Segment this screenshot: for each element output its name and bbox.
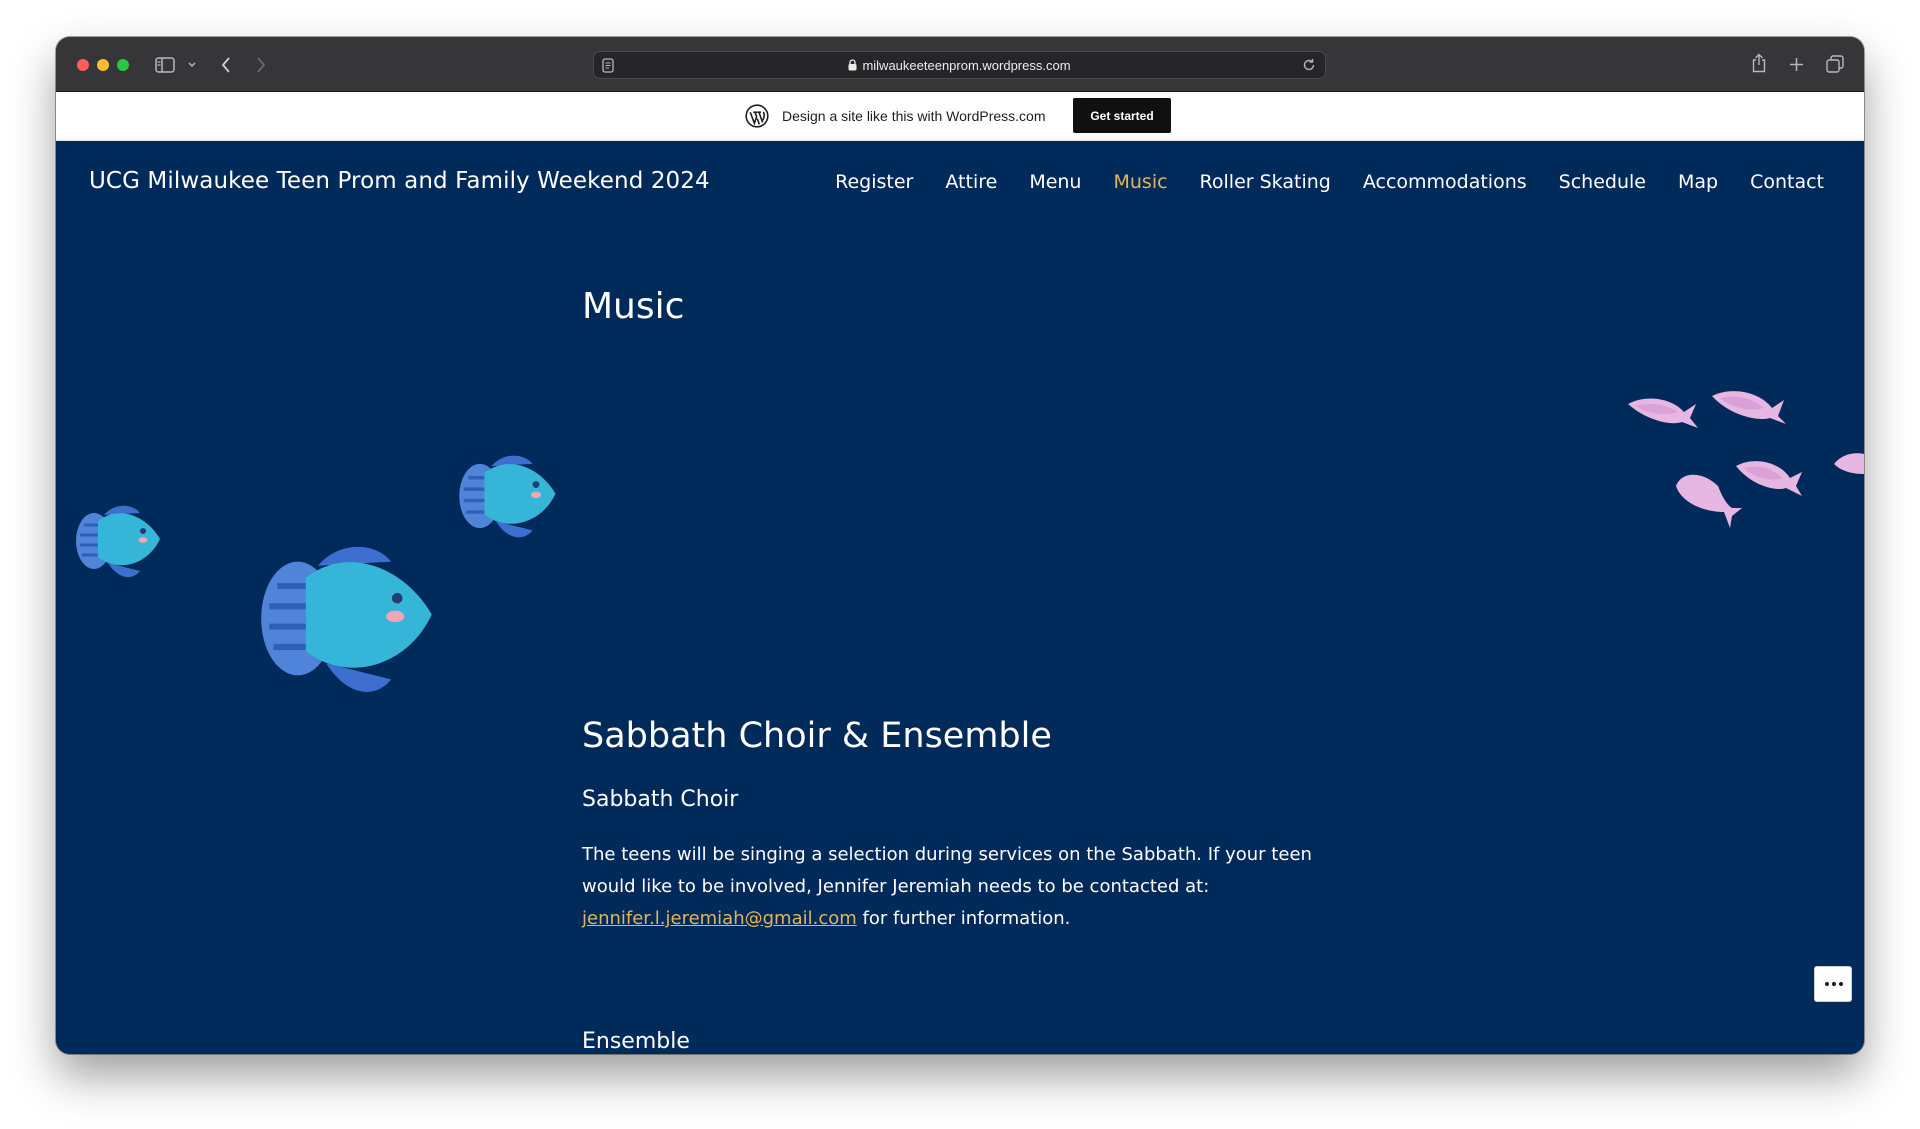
url-label: milwaukeeteenprom.wordpress.com [862,58,1071,73]
site-page: UCG Milwaukee Teen Prom and Family Weeke… [56,141,1864,1054]
chevron-down-icon[interactable] [187,61,197,69]
blue-fish-illustration-medium [459,455,556,538]
plus-icon[interactable] [1789,57,1804,72]
nav-item-contact[interactable]: Contact [1750,171,1824,193]
minimize-window-button[interactable] [97,59,109,71]
choir-text-before: The teens will be singing a selection du… [582,844,1312,897]
wordpress-promo-text[interactable]: Design a site like this with WordPress.c… [782,108,1046,124]
choir-paragraph: The teens will be singing a selection du… [582,839,1322,935]
lock-icon [848,59,857,71]
nav-item-attire[interactable]: Attire [945,171,997,193]
browser-window: milwaukeeteenprom.wordpress.com Design a… [56,37,1864,1054]
primary-navigation: Register Attire Menu Music Roller Skatin… [803,171,1824,193]
browser-toolbar: milwaukeeteenprom.wordpress.com [56,37,1864,92]
choir-email-link[interactable]: jennifer.l.jeremiah@gmail.com [582,908,857,929]
site-title[interactable]: UCG Milwaukee Teen Prom and Family Weeke… [89,168,710,194]
sidebar-icon[interactable] [155,57,175,73]
share-icon[interactable] [1751,53,1767,73]
zoom-window-button[interactable] [117,59,129,71]
nav-item-music[interactable]: Music [1113,171,1167,193]
pink-fish-school-illustration [1628,391,1864,528]
nav-item-menu[interactable]: Menu [1029,171,1081,193]
ellipsis-icon [1825,982,1829,986]
tabs-overview-icon[interactable] [1826,55,1844,73]
choir-text-after: for further information. [856,908,1071,929]
blue-fish-illustration-small [76,505,160,578]
more-actions-button[interactable] [1814,966,1852,1002]
nav-item-schedule[interactable]: Schedule [1559,171,1646,193]
nav-item-roller-skating[interactable]: Roller Skating [1200,171,1331,193]
chevron-left-icon[interactable] [220,56,232,74]
get-started-button[interactable]: Get started [1073,98,1171,133]
nav-item-register[interactable]: Register [835,171,913,193]
ellipsis-icon-dot [1832,982,1836,986]
address-bar[interactable]: milwaukeeteenprom.wordpress.com [593,51,1326,79]
blue-fish-illustration-large [261,546,432,692]
subheading-sabbath-choir: Sabbath Choir [582,787,739,812]
reload-icon[interactable] [1302,58,1316,72]
wordpress-logo-icon[interactable] [745,104,769,128]
wordpress-promo-banner: Design a site like this with WordPress.c… [56,92,1864,141]
subheading-ensemble: Ensemble [582,1029,690,1054]
ellipsis-icon-dot [1839,982,1843,986]
nav-item-accommodations[interactable]: Accommodations [1363,171,1527,193]
nav-item-map[interactable]: Map [1678,171,1718,193]
chevron-right-icon[interactable] [255,56,267,74]
section-heading-sabbath-choir-ensemble: Sabbath Choir & Ensemble [582,716,1052,756]
close-window-button[interactable] [77,59,89,71]
page-title: Music [582,286,685,327]
url-text[interactable]: milwaukeeteenprom.wordpress.com [594,58,1325,73]
